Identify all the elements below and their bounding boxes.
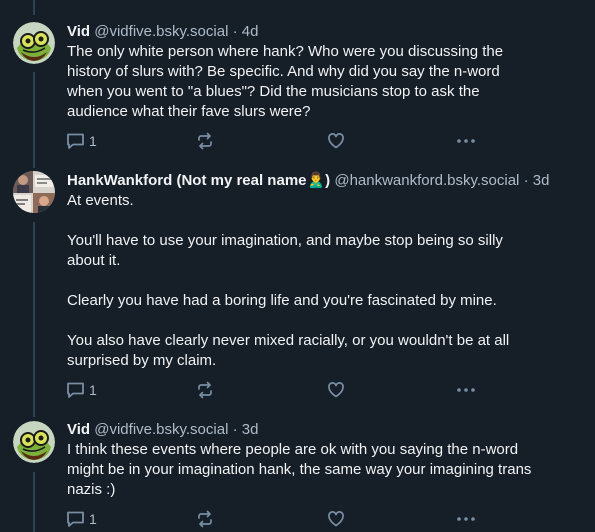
post-actions: 1 — [66, 509, 486, 529]
separator: · — [232, 421, 238, 438]
heart-icon — [328, 133, 344, 149]
post-text-line: Clearly you have had a boring life and y… — [67, 292, 497, 309]
thread-line — [33, 72, 35, 168]
reply-icon — [67, 511, 84, 527]
post-text-line: You'll have to use your imagination, and… — [67, 232, 503, 249]
heart-icon — [328, 511, 344, 527]
separator: · — [232, 23, 238, 40]
thread: Vid @vidfive.bsky.social · 4d The only w… — [0, 0, 595, 532]
avatar[interactable] — [13, 22, 55, 64]
author-handle[interactable]: @vidfive.bsky.social — [94, 23, 228, 40]
author-name[interactable]: Vid — [67, 421, 90, 438]
post-time[interactable]: 3d — [242, 421, 259, 438]
avatar[interactable] — [13, 421, 55, 463]
post-text-line: You also have clearly never mixed racial… — [67, 332, 510, 349]
reply-count: 1 — [89, 133, 97, 149]
thread-line — [33, 222, 35, 417]
reply-button[interactable]: 1 — [66, 131, 97, 151]
repost-button[interactable] — [196, 131, 214, 151]
like-button[interactable] — [327, 509, 345, 529]
post-text-line: history of slurs with? Be specific. And … — [67, 63, 500, 80]
reply-icon — [67, 133, 84, 149]
thread-line — [33, 0, 35, 15]
post-actions: 1 — [66, 131, 486, 151]
more-options-button[interactable] — [456, 509, 476, 529]
post-time[interactable]: 4d — [242, 23, 259, 40]
photo-collage-avatar-icon — [13, 171, 55, 213]
thread-line — [33, 472, 35, 532]
post-header: HankWankford (Not my real name🙎‍♂️) @han… — [67, 171, 575, 191]
more-options-button[interactable] — [456, 131, 476, 151]
post-text-line: surprised by my claim. — [67, 352, 217, 369]
post-text-line: audience what their fave slurs were? — [67, 103, 311, 120]
heart-icon — [328, 382, 344, 398]
repost-button[interactable] — [196, 380, 214, 400]
reply-count: 1 — [89, 382, 97, 398]
post-text-line: The only white person where hank? Who we… — [67, 43, 504, 60]
post-body: The only white person where hank? Who we… — [67, 42, 575, 122]
like-button[interactable] — [327, 380, 345, 400]
post-header: Vid @vidfive.bsky.social · 3d — [67, 420, 575, 440]
more-options-button[interactable] — [456, 380, 476, 400]
repost-icon — [198, 132, 212, 150]
more-options-icon — [457, 517, 475, 521]
post-text-line: nazis :) — [67, 481, 116, 498]
post-text-line: about it. — [67, 252, 121, 269]
post-header: Vid @vidfive.bsky.social · 4d — [67, 22, 575, 42]
author-handle[interactable]: @vidfive.bsky.social — [94, 421, 228, 438]
author-handle[interactable]: @hankwankford.bsky.social — [334, 172, 519, 189]
post-text-line: At events. — [67, 192, 134, 209]
author-name[interactable]: HankWankford (Not my real name🙎‍♂️) — [67, 172, 330, 189]
like-button[interactable] — [327, 131, 345, 151]
avatar[interactable] — [13, 171, 55, 213]
post-text-line: I think these events where people are ok… — [67, 441, 519, 458]
post-time[interactable]: 3d — [533, 172, 550, 189]
post-text-line: might be in your imagination hank, the s… — [67, 461, 532, 478]
repost-icon — [198, 510, 212, 528]
green-frog-avatar-icon — [13, 421, 55, 463]
post-body: At events. You'll have to use your imagi… — [67, 191, 575, 371]
more-options-icon — [457, 388, 475, 392]
repost-button[interactable] — [196, 509, 214, 529]
reply-icon — [67, 382, 84, 398]
green-frog-avatar-icon — [13, 22, 55, 64]
post-actions: 1 — [66, 380, 486, 400]
post-body: I think these events where people are ok… — [67, 440, 575, 500]
more-options-icon — [457, 139, 475, 143]
separator: · — [523, 172, 529, 189]
author-name[interactable]: Vid — [67, 23, 90, 40]
reply-count: 1 — [89, 511, 97, 527]
post-text-line: when you went to "a blues"? Did the musi… — [67, 83, 480, 100]
reply-button[interactable]: 1 — [66, 509, 97, 529]
repost-icon — [198, 381, 212, 399]
reply-button[interactable]: 1 — [66, 380, 97, 400]
